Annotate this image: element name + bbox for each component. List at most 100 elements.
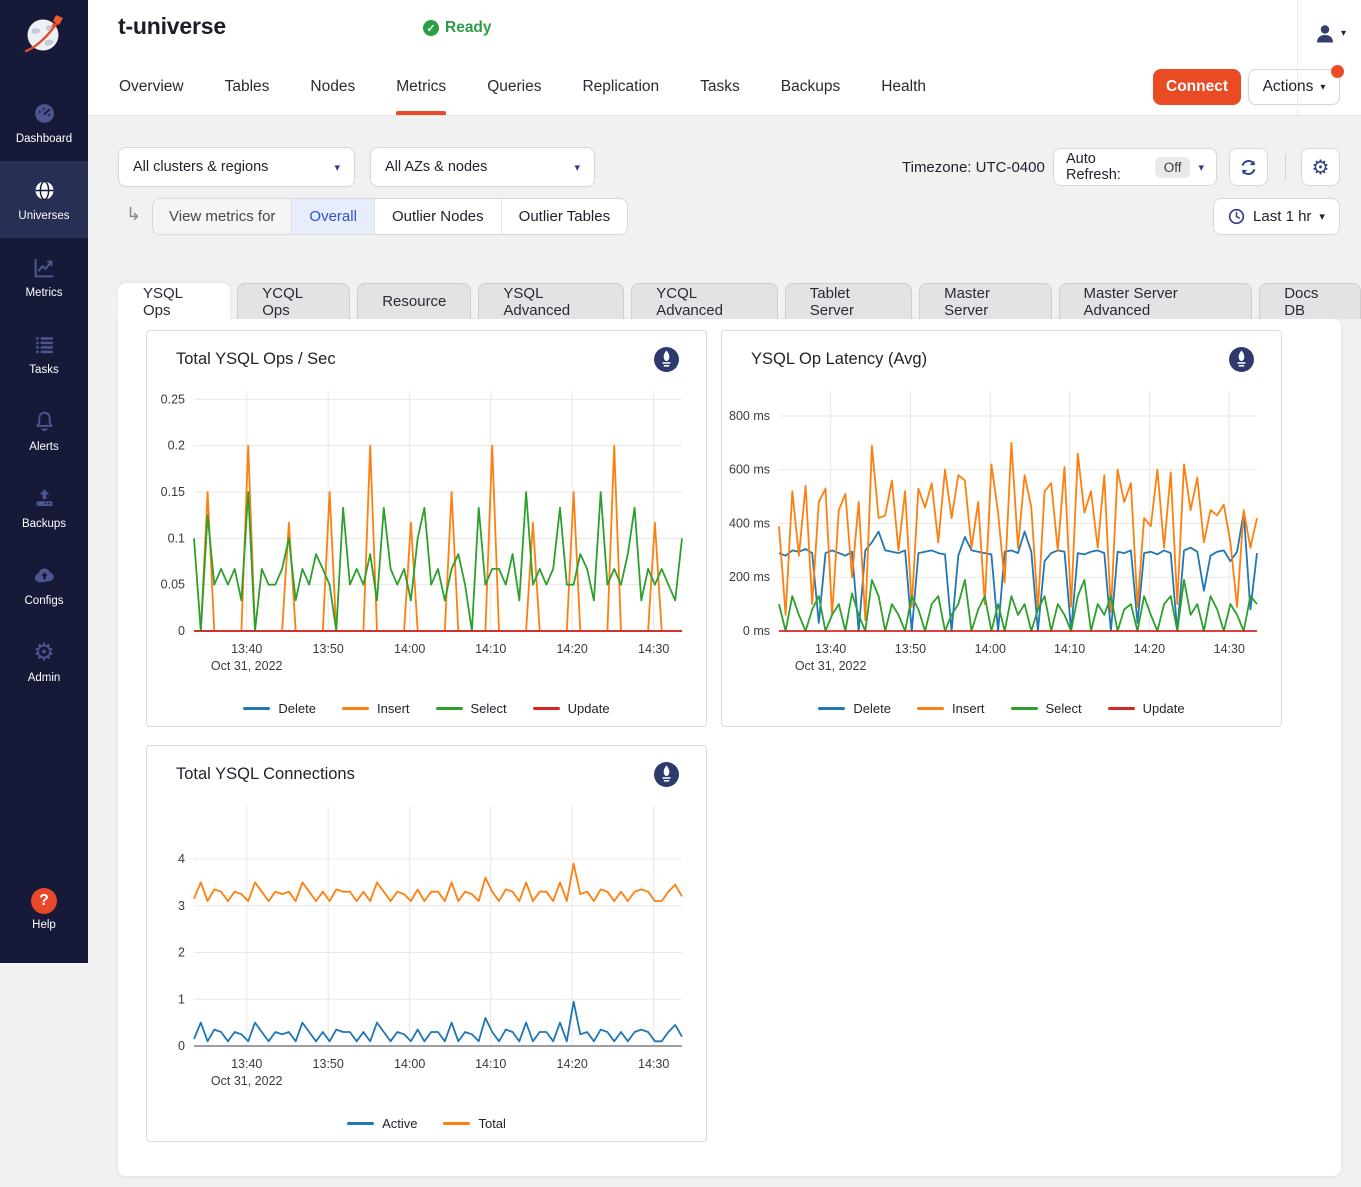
sidebar-item-dashboard[interactable]: Dashboard [0, 84, 88, 161]
chevron-down-icon: ▾ [574, 161, 580, 174]
tab-metrics[interactable]: Metrics [396, 59, 446, 115]
prometheus-icon[interactable] [654, 347, 679, 372]
gear-icon: ⚙ [1312, 155, 1330, 180]
sidebar-item-metrics[interactable]: Metrics [0, 238, 88, 315]
svg-text:Oct 31, 2022: Oct 31, 2022 [211, 1074, 283, 1088]
sidebar-item-help[interactable]: ? Help [0, 888, 88, 931]
chart-title: YSQL Op Latency (Avg) [751, 350, 927, 369]
dashboard-icon [32, 101, 57, 127]
metric-tab-ysql-advanced[interactable]: YSQL Advanced [478, 283, 624, 319]
chart-title: Total YSQL Connections [176, 765, 355, 784]
legend-label: Update [568, 701, 610, 716]
svg-text:13:40: 13:40 [231, 642, 262, 656]
legend-item-insert[interactable]: Insert [342, 701, 410, 716]
svg-text:1: 1 [178, 992, 185, 1006]
svg-text:0.05: 0.05 [161, 578, 185, 592]
legend-label: Delete [853, 701, 891, 716]
chart-canvas[interactable]: 13:40Oct 31, 202213:5014:0014:1014:2014:… [147, 801, 706, 1091]
tab-queries[interactable]: Queries [487, 59, 541, 115]
tab-tasks[interactable]: Tasks [700, 59, 740, 115]
legend-item-total[interactable]: Total [443, 1116, 505, 1131]
sidebar-item-admin[interactable]: ⚙Admin [0, 623, 88, 700]
view-option-overall[interactable]: Overall [291, 199, 374, 234]
auto-refresh-label: Auto Refresh: [1066, 151, 1147, 183]
time-range-value: Last 1 hr [1253, 208, 1311, 225]
user-menu[interactable]: ▾ [1297, 0, 1361, 115]
metric-tab-ysql-ops[interactable]: YSQL Ops [118, 283, 230, 319]
legend-label: Select [1046, 701, 1082, 716]
view-option-outlier-tables[interactable]: Outlier Tables [501, 199, 627, 234]
chart-legend: Delete Insert Select Update [722, 701, 1281, 716]
legend-item-update[interactable]: Update [1108, 701, 1185, 716]
tab-replication[interactable]: Replication [582, 59, 659, 115]
sidebar-item-universes[interactable]: Universes [0, 161, 88, 238]
chart-canvas[interactable]: 13:40Oct 31, 202213:5014:0014:1014:2014:… [147, 386, 706, 676]
legend-item-select[interactable]: Select [1011, 701, 1082, 716]
legend-item-update[interactable]: Update [533, 701, 610, 716]
chart-card-ysql-op-latency: YSQL Op Latency (Avg) 13:40Oct 31, 20221… [721, 330, 1282, 727]
azs-nodes-select[interactable]: All AZs & nodes ▾ [370, 147, 595, 187]
metric-tab-docs-db[interactable]: Docs DB [1259, 283, 1361, 319]
sidebar-item-backups[interactable]: Backups [0, 469, 88, 546]
svg-text:0.2: 0.2 [168, 439, 185, 453]
sidebar-item-label: Backups [22, 518, 66, 530]
tab-nodes[interactable]: Nodes [310, 59, 355, 115]
app-logo[interactable] [0, 0, 88, 84]
chart-legend: Delete Insert Select Update [147, 701, 706, 716]
refresh-icon [1239, 158, 1258, 177]
clusters-regions-select[interactable]: All clusters & regions ▾ [118, 147, 355, 187]
svg-text:0 ms: 0 ms [743, 624, 770, 638]
tab-tables[interactable]: Tables [225, 59, 270, 115]
legend-item-active[interactable]: Active [347, 1116, 417, 1131]
metric-tab-ycql-ops[interactable]: YCQL Ops [237, 283, 350, 319]
chart-canvas[interactable]: 13:40Oct 31, 202213:5014:0014:1014:2014:… [722, 386, 1281, 676]
svg-text:13:40: 13:40 [815, 642, 846, 656]
tab-overview[interactable]: Overview [119, 59, 184, 115]
legend-label: Delete [278, 701, 316, 716]
refresh-button[interactable] [1229, 148, 1268, 186]
sidebar-item-label: Metrics [25, 287, 62, 299]
metric-tab-master-server[interactable]: Master Server [919, 283, 1051, 319]
legend-item-delete[interactable]: Delete [818, 701, 891, 716]
chart-card-total-ysql-ops: Total YSQL Ops / Sec 13:40Oct 31, 202213… [146, 330, 707, 727]
prometheus-icon[interactable] [1229, 347, 1254, 372]
tab-health[interactable]: Health [881, 59, 926, 115]
metrics-settings-button[interactable]: ⚙ [1301, 148, 1340, 186]
connect-button[interactable]: Connect [1153, 69, 1241, 105]
legend-item-delete[interactable]: Delete [243, 701, 316, 716]
svg-text:0.25: 0.25 [161, 392, 185, 406]
universe-nav-tabs: Overview Tables Nodes Metrics Queries Replica… [119, 59, 926, 115]
tab-backups[interactable]: Backups [781, 59, 840, 115]
svg-text:14:10: 14:10 [475, 642, 506, 656]
view-option-outlier-nodes[interactable]: Outlier Nodes [374, 199, 501, 234]
legend-item-insert[interactable]: Insert [917, 701, 985, 716]
metric-tab-tablet-server[interactable]: Tablet Server [785, 283, 912, 319]
legend-item-select[interactable]: Select [436, 701, 507, 716]
clock-icon [1228, 208, 1245, 225]
metrics-icon [32, 255, 57, 281]
sidebar-item-alerts[interactable]: Alerts [0, 392, 88, 469]
svg-text:13:50: 13:50 [895, 642, 926, 656]
metric-tab-master-server-advanced[interactable]: Master Server Advanced [1059, 283, 1253, 319]
auto-refresh-control[interactable]: Auto Refresh: Off ▾ [1053, 148, 1217, 186]
sidebar-item-label: Help [32, 919, 56, 931]
check-circle-icon: ✓ [423, 20, 439, 36]
backups-icon [32, 486, 57, 512]
sidebar-item-tasks[interactable]: Tasks [0, 315, 88, 392]
svg-text:600 ms: 600 ms [729, 463, 770, 477]
status-badge: ✓ Ready [423, 19, 492, 37]
legend-swatch [436, 707, 463, 710]
legend-swatch [818, 707, 845, 710]
time-range-button[interactable]: Last 1 hr ▾ [1213, 198, 1340, 235]
legend-swatch [347, 1122, 374, 1125]
prometheus-icon[interactable] [654, 762, 679, 787]
rocket-planet-icon [18, 7, 70, 63]
svg-text:3: 3 [178, 899, 185, 913]
metric-tab-ycql-advanced[interactable]: YCQL Advanced [631, 283, 778, 319]
svg-text:14:20: 14:20 [557, 642, 588, 656]
avatar-icon [1313, 22, 1337, 46]
metric-tab-resource[interactable]: Resource [357, 283, 471, 319]
sidebar-item-configs[interactable]: Configs [0, 546, 88, 623]
configs-icon [32, 563, 57, 589]
divider [1285, 154, 1286, 180]
